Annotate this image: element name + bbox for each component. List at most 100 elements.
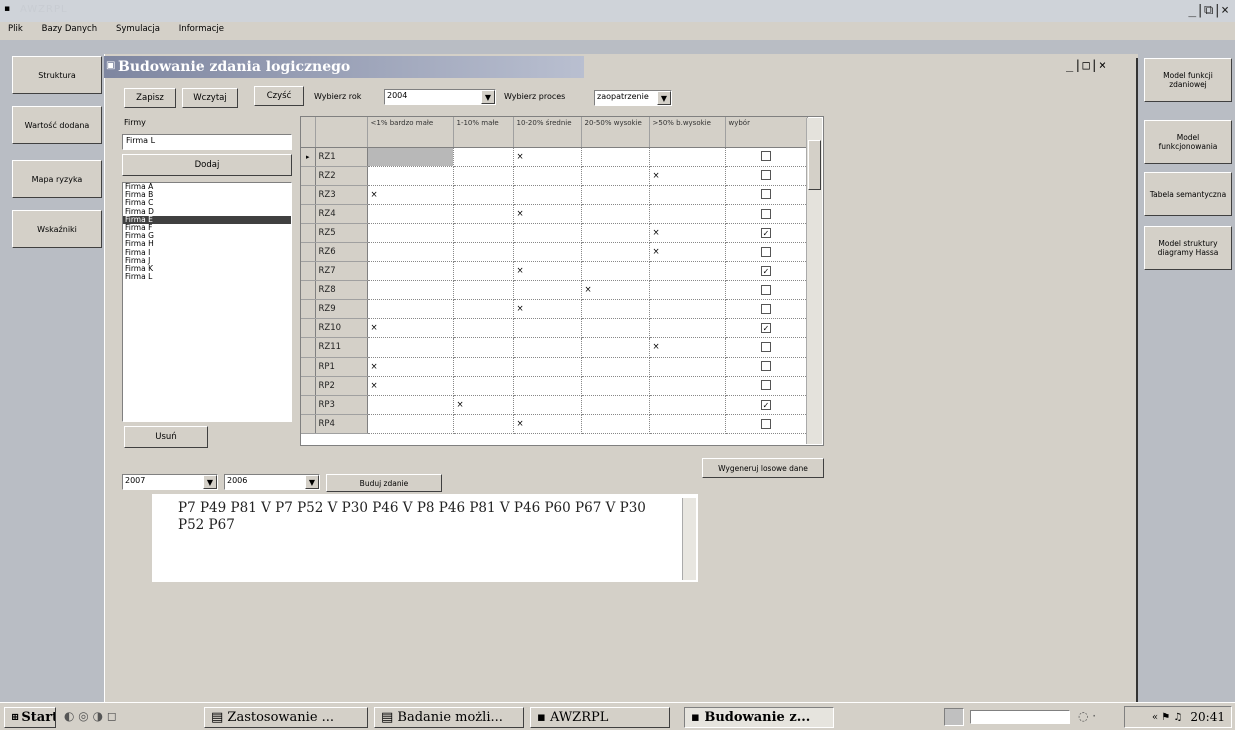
menu-simulation[interactable]: Symulacja	[108, 22, 168, 34]
level-cell[interactable]	[453, 299, 514, 320]
level-cell[interactable]	[581, 242, 650, 263]
nav-semantic-table-button[interactable]: Tabela semantyczna	[1144, 172, 1232, 216]
row-selector[interactable]	[301, 280, 316, 301]
level-cell[interactable]	[649, 185, 726, 205]
select-checkbox[interactable]	[761, 246, 771, 257]
row-selector[interactable]	[301, 395, 316, 415]
load-button[interactable]: Wczytaj	[182, 88, 238, 108]
firm-list[interactable]: Firma A Firma B Firma C Firma D Firma E Firma…	[122, 182, 292, 422]
start-button[interactable]: ⊞ Start	[4, 707, 56, 728]
row-selector[interactable]	[301, 166, 316, 186]
select-cell[interactable]	[725, 357, 808, 377]
nav-value-added-button[interactable]: Wartość dodana	[12, 106, 102, 144]
row-selector[interactable]	[301, 185, 316, 205]
level-cell[interactable]	[453, 261, 514, 282]
result-sentence[interactable]: P7 P49 P81 V P7 P52 V P30 P46 V P8 P46 P…	[152, 494, 698, 582]
grid-scroll-thumb[interactable]	[808, 140, 821, 190]
level-cell[interactable]	[649, 204, 726, 224]
level-cell[interactable]	[367, 261, 454, 282]
level-cell[interactable]	[453, 204, 514, 224]
table-row[interactable]: RZ5 × ✓	[301, 223, 808, 243]
nav-hasse-diagram-button[interactable]: Model struktury diagramy Hassa	[1144, 226, 1232, 270]
select-checkbox[interactable]	[761, 151, 771, 162]
select-checkbox[interactable]	[761, 284, 771, 295]
level-cell[interactable]	[367, 280, 454, 301]
level-cell[interactable]: ×	[513, 261, 582, 282]
level-cell[interactable]	[513, 318, 582, 339]
process-select[interactable]: zaopatrzenie ▼	[594, 90, 672, 106]
level-cell[interactable]	[649, 414, 726, 434]
chevron-down-icon[interactable]: ▼	[203, 475, 217, 489]
clock[interactable]: 20:41	[1190, 710, 1225, 724]
select-checkbox[interactable]	[761, 418, 771, 429]
chevron-down-icon[interactable]: ▼	[305, 475, 319, 489]
level-cell[interactable]: ×	[513, 414, 582, 434]
level-cell[interactable]	[513, 280, 582, 301]
level-cell[interactable]	[581, 166, 650, 186]
nav-risk-map-button[interactable]: Mapa ryzyka	[12, 160, 102, 198]
level-cell[interactable]	[513, 242, 582, 263]
level-cell[interactable]	[649, 376, 726, 396]
row-selector[interactable]: ▸	[301, 147, 316, 167]
table-row[interactable]: ▸ RZ1 ×	[301, 147, 808, 167]
level-cell[interactable]	[513, 395, 582, 415]
table-row[interactable]: RZ10 × ✓	[301, 318, 808, 339]
select-cell[interactable]	[725, 185, 808, 205]
level-cell[interactable]: ×	[367, 185, 454, 205]
select-cell[interactable]	[725, 414, 808, 434]
level-cell[interactable]	[649, 299, 726, 320]
select-cell[interactable]: ✓	[725, 261, 808, 282]
generate-random-button[interactable]: Wygeneruj losowe dane	[702, 458, 824, 478]
select-checkbox[interactable]	[761, 361, 771, 372]
level-cell[interactable]	[513, 223, 582, 243]
firm-list-item[interactable]: Firma L	[123, 272, 291, 281]
level-cell[interactable]: ×	[649, 242, 726, 263]
row-selector[interactable]	[301, 261, 316, 282]
select-cell[interactable]: ✓	[725, 223, 808, 243]
result-scrollbar[interactable]	[682, 498, 696, 580]
level-cell[interactable]: ×	[513, 299, 582, 320]
level-cell[interactable]	[453, 414, 514, 434]
level-cell[interactable]	[649, 147, 726, 167]
row-selector[interactable]	[301, 337, 316, 358]
task-zastosowanie[interactable]: ▤ Zastosowanie ...	[204, 707, 368, 728]
level-cell[interactable]	[581, 337, 650, 358]
select-checkbox[interactable]	[761, 170, 771, 181]
clear-button[interactable]: Czyść	[254, 86, 304, 106]
select-checkbox[interactable]	[761, 380, 771, 391]
table-row[interactable]: RP3 × ✓	[301, 395, 808, 415]
table-row[interactable]: RZ6 ×	[301, 242, 808, 263]
table-row[interactable]: RZ4 ×	[301, 204, 808, 224]
level-cell[interactable]	[453, 337, 514, 358]
select-checkbox[interactable]	[761, 304, 771, 315]
table-row[interactable]: RZ9 ×	[301, 299, 808, 320]
build-sentence-button[interactable]: Buduj zdanie	[326, 474, 442, 492]
year-select[interactable]: 2004 ▼	[384, 89, 496, 105]
select-checkbox[interactable]: ✓	[761, 399, 771, 410]
level-cell[interactable]	[581, 261, 650, 282]
level-cell[interactable]: ×	[367, 318, 454, 339]
select-checkbox[interactable]: ✓	[761, 265, 771, 276]
level-cell[interactable]	[367, 166, 454, 186]
level-cell[interactable]	[367, 395, 454, 415]
level-cell[interactable]: ×	[513, 147, 582, 167]
table-row[interactable]: RP1 ×	[301, 357, 808, 377]
level-cell[interactable]	[453, 223, 514, 243]
table-row[interactable]: RZ7 × ✓	[301, 261, 808, 282]
level-cell[interactable]	[513, 357, 582, 377]
select-cell[interactable]	[725, 337, 808, 358]
row-selector[interactable]	[301, 318, 316, 339]
level-cell[interactable]	[513, 185, 582, 205]
level-cell[interactable]	[453, 185, 514, 205]
level-cell[interactable]	[649, 318, 726, 339]
add-firm-button[interactable]: Dodaj	[122, 154, 292, 176]
level-cell[interactable]	[453, 318, 514, 339]
level-cell[interactable]	[367, 299, 454, 320]
row-selector[interactable]	[301, 299, 316, 320]
level-cell[interactable]: ×	[453, 395, 514, 415]
table-row[interactable]: RP2 ×	[301, 376, 808, 396]
level-cell[interactable]: ×	[367, 376, 454, 396]
level-cell[interactable]: ×	[367, 357, 454, 377]
level-cell[interactable]	[649, 261, 726, 282]
select-cell[interactable]	[725, 147, 808, 167]
